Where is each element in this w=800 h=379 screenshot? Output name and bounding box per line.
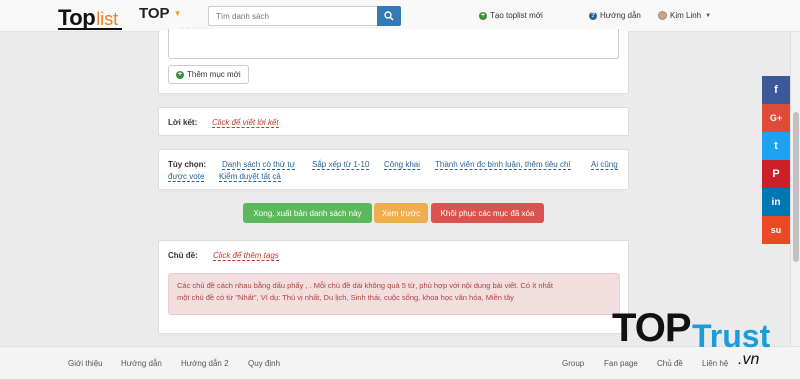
options-panel: Tùy chọn: Danh sách có thứ tự Sắp xếp từ… bbox=[158, 149, 629, 190]
footer-link-about[interactable]: Giới thiệu bbox=[68, 359, 103, 368]
watermark-vn: .vn bbox=[738, 351, 760, 368]
footer-link-group[interactable]: Group bbox=[562, 359, 584, 368]
add-item-label: Thêm mục mới bbox=[187, 70, 241, 79]
user-name: Kim Linh bbox=[670, 11, 702, 20]
option-member-comment[interactable]: Thành viên đc bình luận, thêm tiêu chí bbox=[435, 160, 571, 170]
caret-down-icon: ▼ bbox=[173, 9, 182, 18]
guide-link[interactable]: ? Hướng dẫn bbox=[589, 11, 641, 20]
twitter-icon[interactable]: t bbox=[762, 132, 790, 160]
hint-line-2: một chủ đề có từ "Nhất", Ví dụ: Thú vị n… bbox=[177, 293, 515, 302]
footer-link-guide-2[interactable]: Hướng dẫn 2 bbox=[181, 359, 229, 368]
conclusion-label: Lời kết: bbox=[168, 118, 198, 127]
watermark-top: TOP bbox=[612, 306, 692, 350]
add-item-button[interactable]: + Thêm mục mới bbox=[168, 65, 249, 84]
logo-list-text: list bbox=[96, 9, 119, 29]
create-toplist-link[interactable]: + Tạo toplist mới bbox=[479, 11, 543, 20]
hint-line-1: Các chủ đề cách nhau bằng dấu phẩy , . M… bbox=[177, 281, 553, 290]
page-scrollbar[interactable] bbox=[790, 32, 800, 346]
preview-button[interactable]: Xem trước bbox=[374, 203, 428, 223]
create-toplist-label: Tạo toplist mới bbox=[490, 11, 543, 20]
topics-hint-alert: Các chủ đề cách nhau bằng dấu phẩy , . M… bbox=[168, 273, 620, 315]
topics-panel: Chủ đề: Click để thêm tags Các chủ đề cá… bbox=[158, 240, 629, 334]
option-anyone-vote[interactable]: được vote bbox=[168, 172, 205, 182]
items-panel: ·· ·· ··· ··· + Thêm mục mới bbox=[158, 25, 629, 94]
option-anyone[interactable]: Ai cũng bbox=[591, 160, 618, 170]
stumbleupon-icon[interactable]: su bbox=[762, 216, 790, 244]
site-logo[interactable]: Top list bbox=[58, 3, 122, 30]
conclusion-link[interactable]: Click để viết lời kết bbox=[212, 118, 279, 128]
logo-top-text: Top bbox=[58, 5, 96, 30]
caret-down-icon: ▼ bbox=[705, 12, 712, 19]
restore-deleted-button[interactable]: Khôi phục các mục đã xóa bbox=[431, 203, 544, 223]
user-menu[interactable]: Kim Linh ▼ bbox=[658, 11, 711, 20]
toptrust-watermark: TOP Trust .vn bbox=[612, 302, 787, 374]
top-menu-label: TOP bbox=[139, 5, 170, 22]
item-description-textarea[interactable]: ·· ·· ··· ··· bbox=[168, 25, 619, 59]
google-plus-icon[interactable]: G+ bbox=[762, 104, 790, 132]
footer-link-rules[interactable]: Quy định bbox=[248, 359, 280, 368]
conclusion-panel: Lời kết: Click để viết lời kết bbox=[158, 107, 629, 136]
pinterest-icon[interactable]: P bbox=[762, 160, 790, 188]
question-circle-icon: ? bbox=[589, 11, 597, 20]
option-ordered-list[interactable]: Danh sách có thứ tự bbox=[222, 160, 295, 170]
publish-button[interactable]: Xong, xuất bản danh sách này bbox=[243, 203, 372, 223]
option-public[interactable]: Công khai bbox=[384, 160, 421, 170]
search-button[interactable] bbox=[377, 6, 401, 26]
guide-label: Hướng dẫn bbox=[600, 11, 641, 20]
search-icon bbox=[384, 11, 394, 21]
avatar bbox=[658, 11, 667, 20]
option-sort-1-10[interactable]: Sắp xếp từ 1-10 bbox=[312, 160, 370, 170]
footer-link-guide[interactable]: Hướng dẫn bbox=[121, 359, 162, 368]
logo-underline bbox=[58, 28, 122, 30]
search-input[interactable] bbox=[208, 6, 378, 26]
plus-circle-icon: + bbox=[479, 11, 487, 20]
scrollbar-thumb[interactable] bbox=[793, 112, 799, 262]
add-tags-link[interactable]: Click để thêm tags bbox=[213, 251, 279, 261]
topics-label: Chủ đề: bbox=[168, 251, 198, 260]
top-navbar: Top list TOP ▼ + Tạo toplist mới ? Hướng… bbox=[0, 0, 800, 32]
facebook-icon[interactable]: f bbox=[762, 76, 790, 104]
linkedin-icon[interactable]: in bbox=[762, 188, 790, 216]
watermark-trust: Trust bbox=[692, 318, 771, 354]
option-moderate-all[interactable]: Kiểm duyệt tất cả bbox=[219, 172, 281, 182]
options-label: Tùy chọn: bbox=[168, 160, 207, 169]
textarea-overflow: ·· ·· ··· ··· bbox=[179, 25, 209, 32]
plus-circle-icon: + bbox=[176, 70, 184, 79]
top-menu-dropdown[interactable]: TOP ▼ bbox=[139, 5, 182, 22]
